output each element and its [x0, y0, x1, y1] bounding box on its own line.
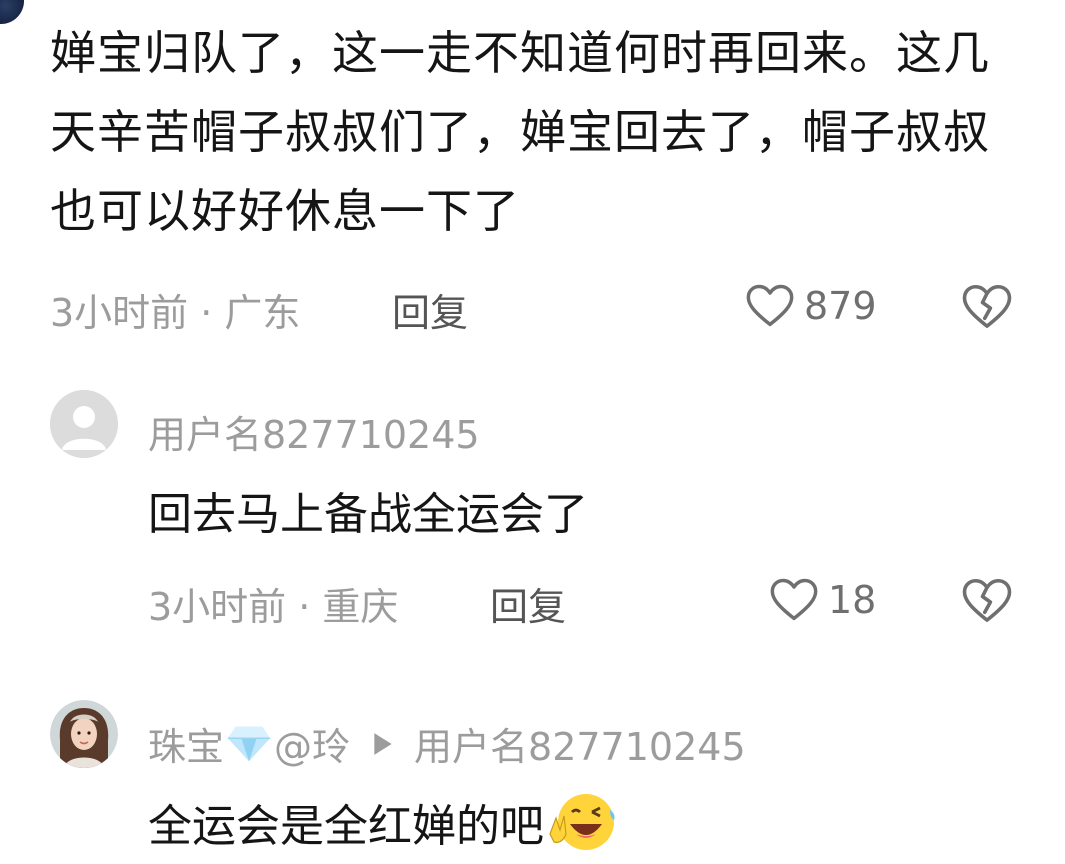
comment-text: 婵宝归队了，这一走不知道何时再回来。这几天辛苦帽子叔叔们了，婵宝回去了，帽子叔叔… — [50, 26, 990, 238]
reply-time-location: 3小时前 · 重庆 — [148, 585, 399, 629]
diamond-emoji-icon — [227, 726, 271, 761]
user-avatar[interactable] — [50, 700, 118, 768]
reply-text: 全运会是全红婵的吧 — [148, 801, 544, 852]
broken-heart-icon — [962, 578, 1012, 622]
winking-laughing-emoji-icon — [549, 794, 615, 850]
like-count: 18 — [828, 578, 877, 622]
reply-username[interactable]: 用户名827710245 — [148, 404, 480, 459]
reply-username-line: 珠宝 @玲 用户名827710245 — [148, 716, 746, 771]
comment-time-location: 3小时前 · 广东 — [50, 291, 301, 335]
reply-button[interactable]: 回复 — [490, 576, 566, 631]
like-button[interactable]: 18 — [768, 574, 876, 626]
dislike-button[interactable] — [960, 574, 1014, 632]
reply-text: 回去马上备战全运会了 — [148, 489, 588, 540]
play-triangle-icon — [374, 732, 392, 755]
default-avatar-icon[interactable] — [50, 390, 118, 458]
previous-avatar-fragment — [0, 0, 24, 24]
dislike-button[interactable] — [960, 280, 1014, 338]
heart-outline-icon — [746, 284, 794, 327]
like-button[interactable]: 879 — [744, 280, 877, 332]
reply-to-username[interactable]: 用户名827710245 — [414, 716, 746, 771]
reply-button[interactable]: 回复 — [392, 282, 468, 337]
reply-username[interactable]: 珠宝 — [148, 716, 224, 771]
heart-outline-icon — [770, 578, 818, 621]
reply-username-suffix[interactable]: @玲 — [274, 716, 350, 771]
like-count: 879 — [804, 284, 877, 328]
reply-text-line: 全运会是全红婵的吧 — [148, 790, 620, 854]
broken-heart-icon — [962, 284, 1012, 328]
